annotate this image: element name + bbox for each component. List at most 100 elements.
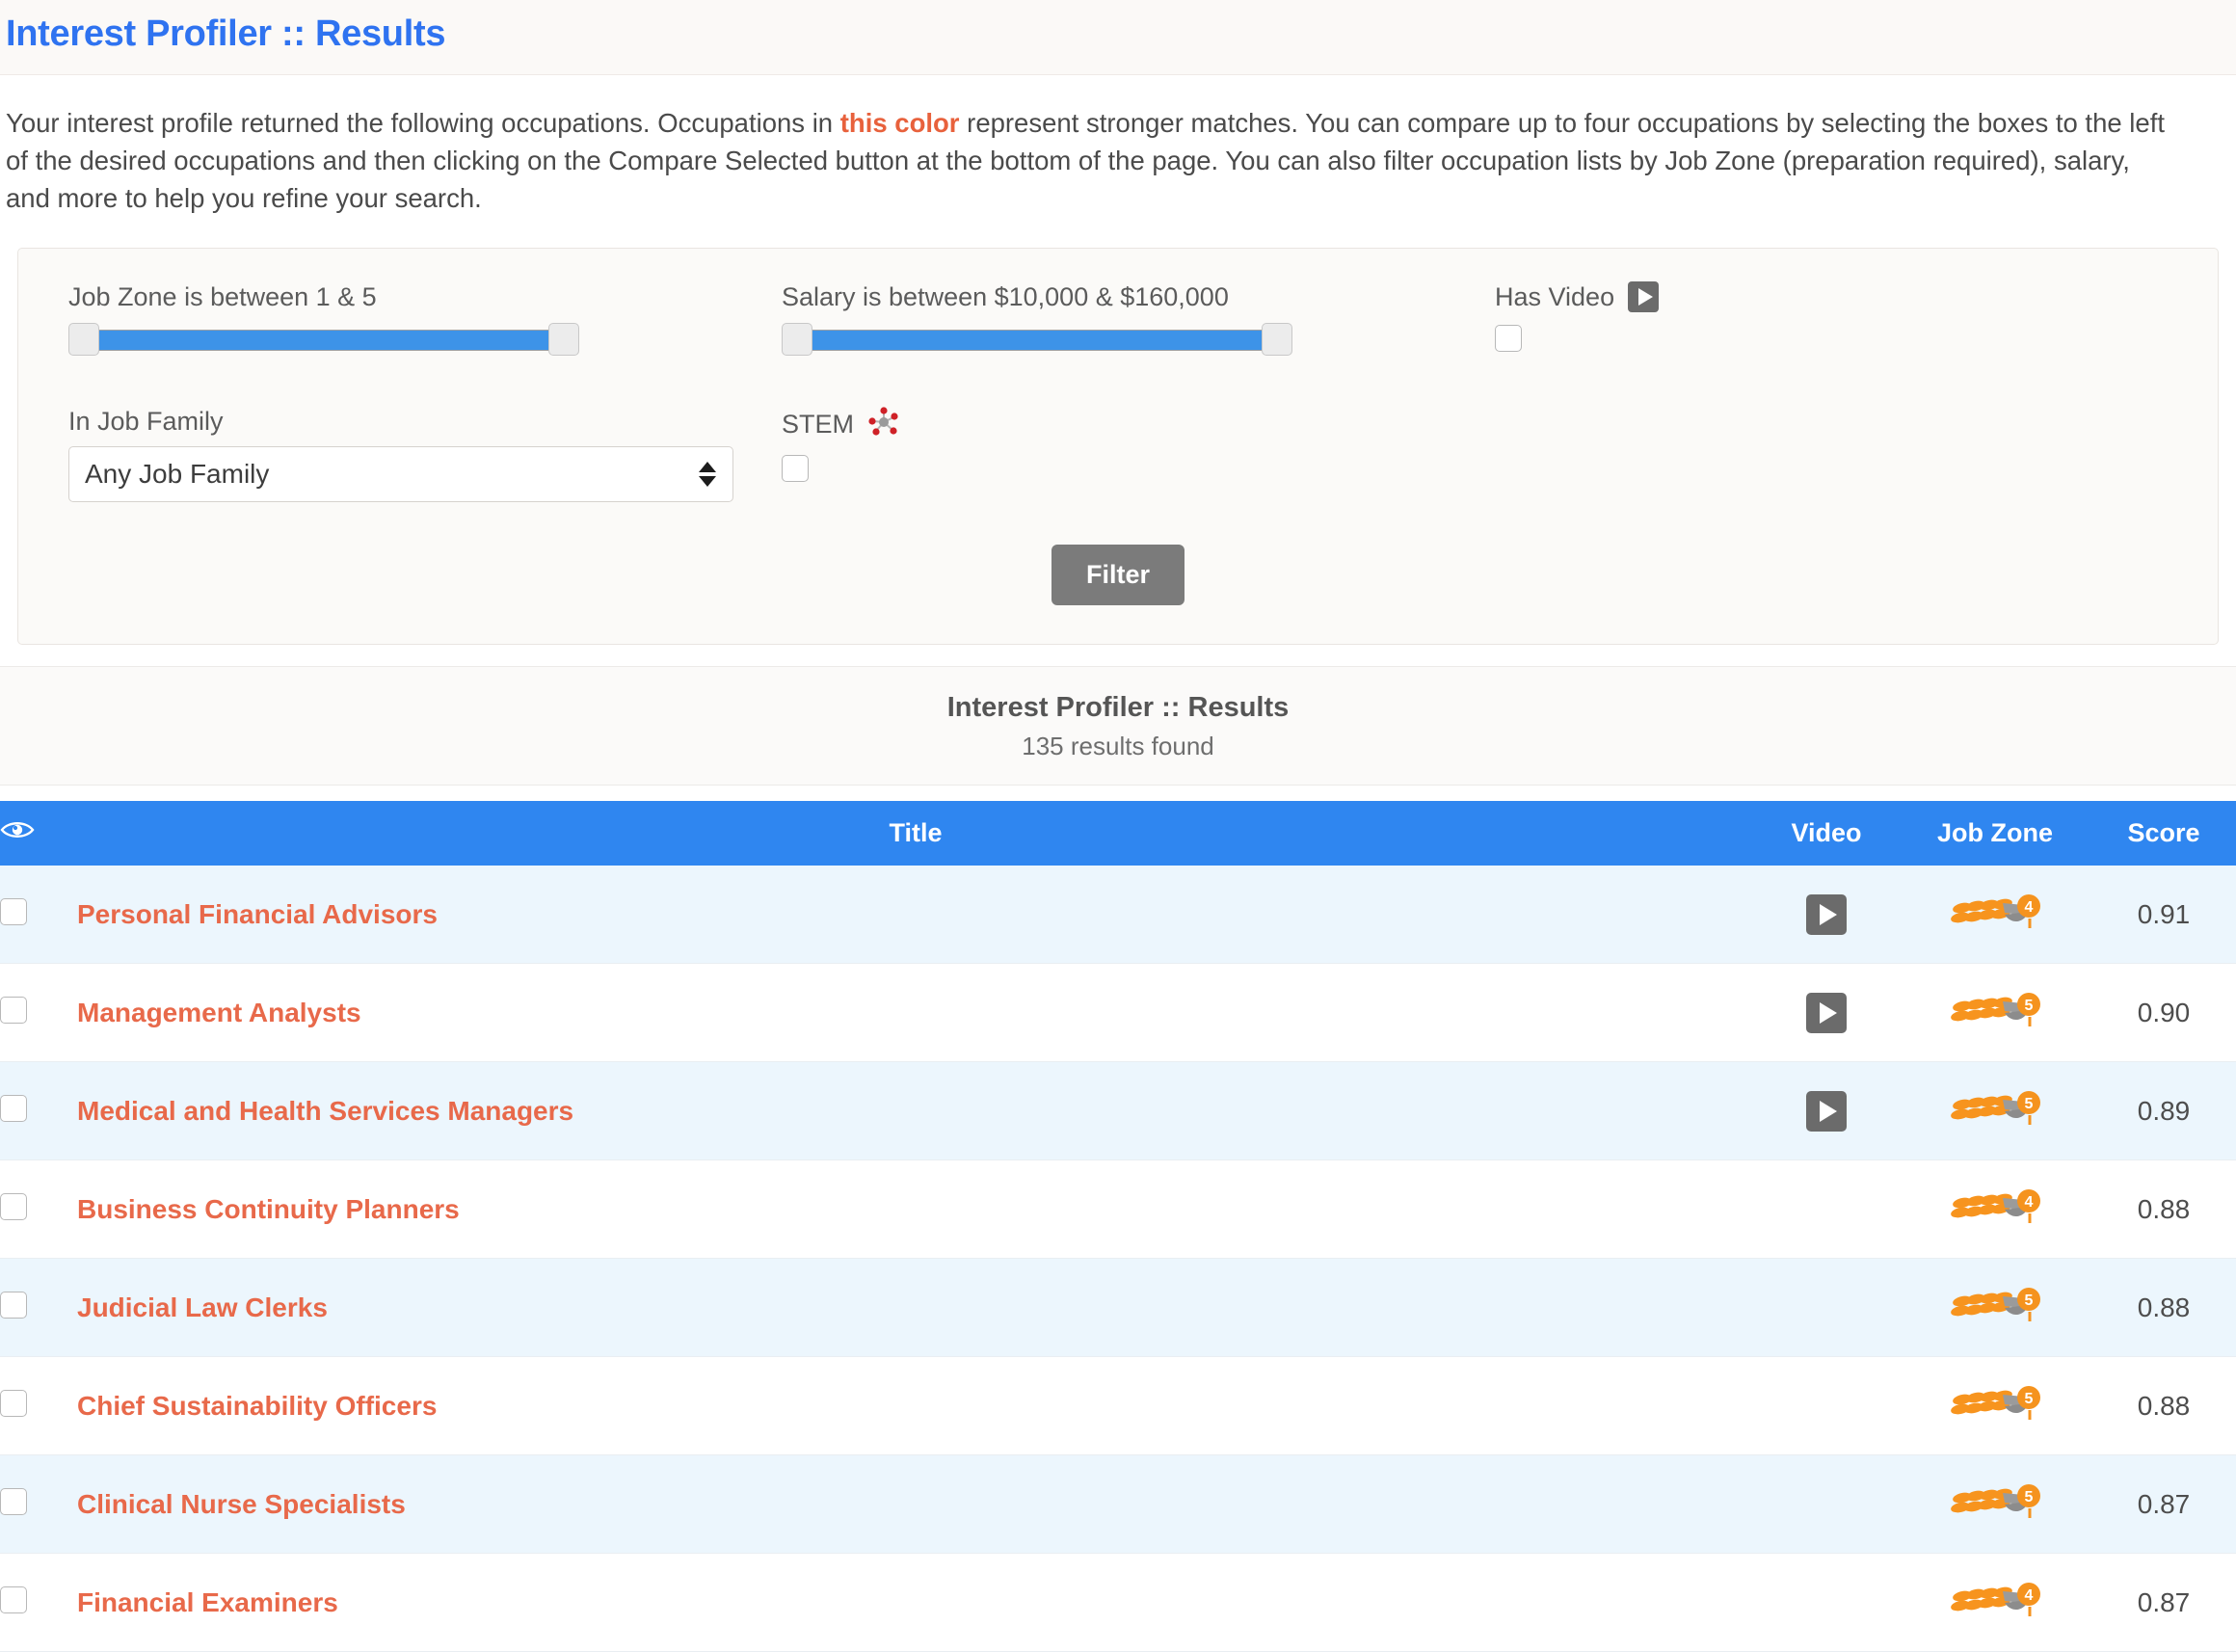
stem-molecule-icon	[867, 406, 900, 443]
row-score-cell: 0.91	[2091, 865, 2236, 965]
row-select-cell	[0, 1356, 77, 1456]
play-icon[interactable]	[1806, 992, 1847, 1033]
occupation-link[interactable]: Management Analysts	[77, 998, 361, 1027]
svg-text:5: 5	[2025, 1391, 2034, 1407]
stem-filter: STEM	[782, 406, 1495, 487]
stem-label: STEM	[782, 409, 855, 439]
job-family-label: In Job Family	[68, 406, 224, 436]
row-checkbox[interactable]	[0, 898, 27, 926]
occupation-link[interactable]: Medical and Health Services Managers	[77, 1096, 573, 1126]
row-score-cell: 0.87	[2091, 1553, 2236, 1652]
svg-text:4: 4	[2025, 899, 2034, 916]
eye-icon[interactable]	[0, 818, 77, 848]
table-row: Clinical Nurse Specialists 5 0.87	[0, 1454, 2236, 1555]
row-job-zone-cell: 4	[1899, 865, 2091, 965]
job-zone-slider-handle-max[interactable]	[548, 322, 579, 356]
score-value: 0.90	[2137, 997, 2191, 1027]
page-title: Interest Profiler :: Results	[6, 13, 446, 54]
table-row: Personal Financial Advisors 4 0.91	[0, 865, 2236, 965]
salary-slider[interactable]	[782, 322, 1292, 356]
salary-slider-handle-max[interactable]	[1262, 322, 1292, 356]
row-score-cell: 0.90	[2091, 963, 2236, 1063]
row-title-cell: Chief Sustainability Officers	[77, 1356, 1754, 1456]
job-zone-column-header[interactable]: Job Zone	[1899, 800, 2091, 866]
row-job-zone-cell: 4	[1899, 1159, 2091, 1260]
row-title-cell: Business Continuity Planners	[77, 1159, 1754, 1260]
score-column-header[interactable]: Score	[2091, 800, 2236, 866]
results-title: Interest Profiler :: Results	[946, 691, 1290, 723]
row-video-cell	[1754, 1553, 1899, 1652]
wheat-badge-icon: 4	[1949, 1186, 2041, 1232]
table-row: Judicial Law Clerks 5 0.88	[0, 1258, 2236, 1358]
row-title-cell: Financial Examiners	[77, 1553, 1754, 1652]
row-video-cell	[1754, 1258, 1899, 1358]
occupation-link[interactable]: Financial Examiners	[77, 1587, 338, 1617]
occupation-link[interactable]: Judicial Law Clerks	[77, 1292, 328, 1322]
results-table-body: Personal Financial Advisors 4 0.91 Manag…	[0, 865, 2236, 1652]
row-checkbox[interactable]	[0, 1586, 27, 1614]
row-score-cell: 0.89	[2091, 1061, 2236, 1161]
stem-checkbox[interactable]	[782, 454, 809, 482]
play-icon[interactable]	[1806, 893, 1847, 935]
filter-button[interactable]: Filter	[1051, 544, 1185, 605]
wheat-badge-icon: 4	[1949, 1580, 2041, 1625]
score-value: 0.89	[2137, 1095, 2191, 1126]
row-job-zone-cell: 5	[1899, 1258, 2091, 1358]
select-column-header[interactable]	[0, 800, 77, 866]
salary-label: Salary is between $10,000 & $160,000	[782, 282, 1229, 312]
wheat-badge-icon: 5	[1949, 1088, 2041, 1133]
results-table: Title Video Job Zone Score Personal Fina…	[0, 800, 2236, 1652]
row-video-cell	[1754, 1454, 1899, 1555]
svg-text:4: 4	[2025, 1587, 2034, 1604]
row-job-zone-cell: 5	[1899, 1356, 2091, 1456]
row-checkbox[interactable]	[0, 997, 27, 1025]
job-zone-label: Job Zone is between 1 & 5	[68, 282, 377, 312]
row-job-zone-cell: 5	[1899, 963, 2091, 1063]
row-title-cell: Medical and Health Services Managers	[77, 1061, 1754, 1161]
row-select-cell	[0, 1454, 77, 1555]
job-zone-slider[interactable]	[68, 322, 579, 356]
video-column-header[interactable]: Video	[1754, 800, 1899, 866]
table-row: Financial Examiners 4 0.87	[0, 1553, 2236, 1652]
occupation-link[interactable]: Business Continuity Planners	[77, 1194, 460, 1224]
row-checkbox[interactable]	[0, 1095, 27, 1123]
svg-text:5: 5	[2025, 1292, 2034, 1309]
svg-text:5: 5	[2025, 998, 2034, 1014]
row-video-cell	[1754, 865, 1899, 965]
play-icon[interactable]	[1806, 1090, 1847, 1132]
has-video-label: Has Video	[1495, 282, 1615, 312]
row-video-cell	[1754, 1061, 1899, 1161]
results-table-head: Title Video Job Zone Score	[0, 800, 2236, 866]
row-select-cell	[0, 1159, 77, 1260]
salary-slider-handle-min[interactable]	[782, 322, 812, 356]
has-video-checkbox[interactable]	[1495, 324, 1522, 352]
row-score-cell: 0.88	[2091, 1258, 2236, 1358]
intro-paragraph: Your interest profile returned the follo…	[0, 75, 2207, 226]
row-title-cell: Management Analysts	[77, 963, 1754, 1063]
title-column-header[interactable]: Title	[77, 800, 1754, 866]
job-family-select[interactable]: Any Job Family	[68, 445, 733, 502]
svg-text:4: 4	[2025, 1194, 2034, 1211]
row-score-cell: 0.88	[2091, 1159, 2236, 1260]
job-zone-slider-handle-min[interactable]	[68, 322, 99, 356]
score-value: 0.87	[2137, 1488, 2191, 1519]
occupation-link[interactable]: Personal Financial Advisors	[77, 899, 438, 929]
row-select-cell	[0, 1061, 77, 1161]
row-checkbox[interactable]	[0, 1488, 27, 1516]
chevron-updown-icon	[699, 461, 716, 487]
occupation-link[interactable]: Clinical Nurse Specialists	[77, 1489, 406, 1519]
score-value: 0.87	[2137, 1586, 2191, 1617]
row-checkbox[interactable]	[0, 1390, 27, 1418]
row-job-zone-cell: 5	[1899, 1061, 2091, 1161]
row-select-cell	[0, 865, 77, 965]
row-checkbox[interactable]	[0, 1292, 27, 1319]
results-count: 135 results found	[1022, 731, 1214, 760]
row-select-cell	[0, 1258, 77, 1358]
svg-text:5: 5	[2025, 1489, 2034, 1505]
play-icon	[1628, 281, 1660, 313]
occupation-link[interactable]: Chief Sustainability Officers	[77, 1391, 437, 1421]
wheat-badge-icon: 5	[1949, 1383, 2041, 1428]
table-row: Business Continuity Planners 4 0.88	[0, 1159, 2236, 1260]
row-checkbox[interactable]	[0, 1193, 27, 1221]
filter-panel: Job Zone is between 1 & 5 In Job Family …	[17, 248, 2219, 645]
